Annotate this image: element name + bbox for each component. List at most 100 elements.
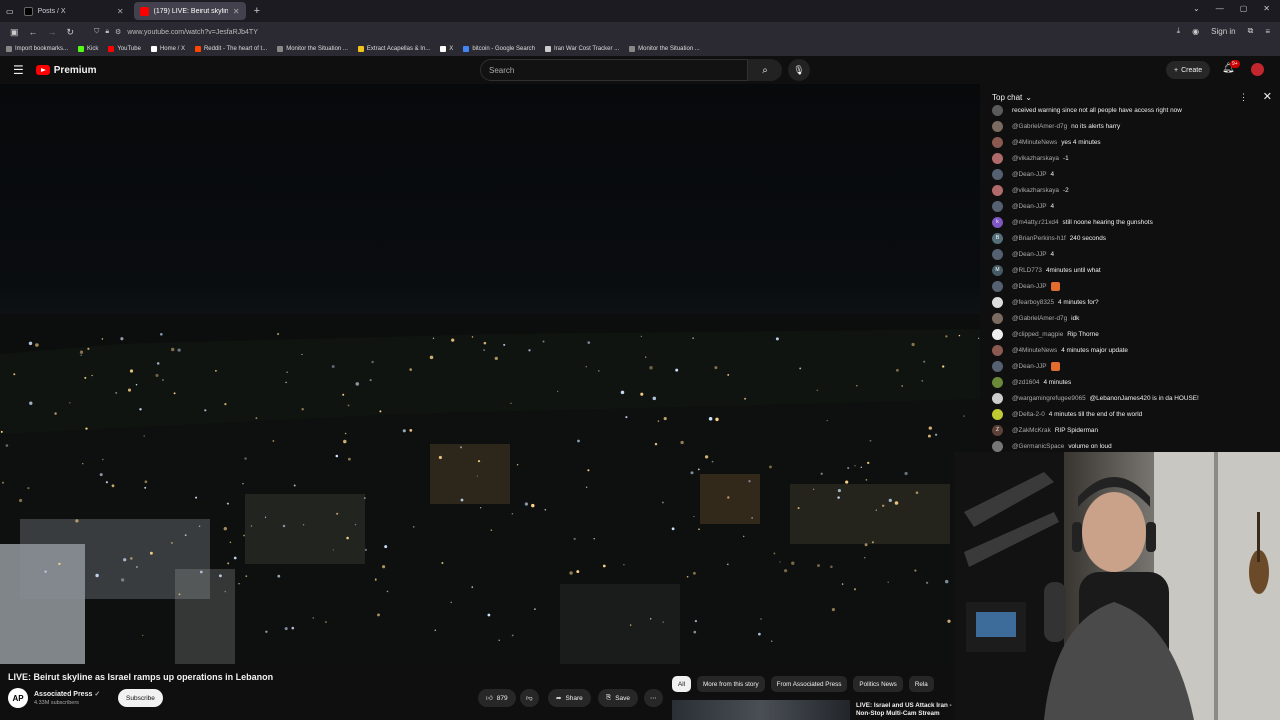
bookmark-item[interactable]: Import bookmarks...: [6, 46, 68, 52]
chat-author-name[interactable]: @4MinuteNews: [1012, 347, 1057, 354]
chat-author-name[interactable]: @vikazharskaya: [1012, 155, 1059, 162]
chat-author-avatar[interactable]: [992, 184, 1003, 196]
bookmark-item[interactable]: Home / X: [150, 46, 185, 52]
chat-message[interactable]: @Delta-2-0 4 minutes till the end of the …: [982, 406, 1280, 422]
close-tab-icon[interactable]: ✕: [233, 7, 240, 16]
chat-message[interactable]: @vikazharskaya -2: [982, 182, 1280, 198]
chat-author-avatar[interactable]: [992, 344, 1003, 356]
chat-author-avatar[interactable]: [992, 280, 1003, 292]
chat-author-avatar[interactable]: [992, 168, 1003, 180]
chat-author-avatar[interactable]: [992, 200, 1003, 212]
channel-avatar[interactable]: AP: [8, 688, 28, 708]
chat-author-avatar[interactable]: [992, 408, 1003, 420]
url-text[interactable]: www.youtube.com/watch?v=JesfaRJb4TY: [127, 29, 258, 36]
save-button[interactable]: ⎘ Save: [598, 689, 639, 707]
chat-author-avatar[interactable]: k: [992, 216, 1003, 228]
create-button[interactable]: + Create: [1166, 61, 1211, 79]
bookmark-item[interactable]: Reddit - The heart of t...: [194, 46, 267, 52]
youtube-premium-logo[interactable]: Premium: [35, 65, 97, 76]
chat-author-avatar[interactable]: Z: [992, 424, 1003, 436]
chat-author-name[interactable]: @fearboy8325: [1012, 299, 1054, 306]
tab-posts-x[interactable]: Posts / X ✕: [18, 2, 130, 20]
subscribe-button[interactable]: Subscribe: [118, 689, 163, 707]
search-button[interactable]: ⌕: [748, 59, 782, 81]
chat-message[interactable]: Z @ZakMcKrak RIP Spiderman: [982, 422, 1280, 438]
chat-author-avatar[interactable]: [992, 136, 1003, 148]
menu-icon[interactable]: ≡: [1265, 27, 1270, 36]
chat-author-name[interactable]: @GabrielAmer-d7g: [1012, 123, 1067, 130]
reload-button[interactable]: ↻: [67, 27, 75, 38]
related-video-title[interactable]: LIVE: Israel and US Attack Iran - Non-St…: [856, 702, 954, 718]
chat-author-avatar[interactable]: B: [992, 232, 1003, 244]
chat-message[interactable]: @fearboy8325 4 minutes for?: [982, 294, 1280, 310]
chat-message[interactable]: @Dean-JJP 4: [982, 166, 1280, 182]
extensions-icon[interactable]: ⧉: [1248, 26, 1254, 36]
chat-message[interactable]: @Dean-JJP 4: [982, 198, 1280, 214]
bookmark-item[interactable]: Monitor the Situation ...: [629, 46, 700, 52]
back-button[interactable]: ←: [29, 27, 38, 37]
close-window-button[interactable]: ✕: [1263, 4, 1270, 13]
chat-author-name[interactable]: @Dean-JJP: [1012, 363, 1047, 370]
chevron-down-icon[interactable]: ⌄: [1025, 93, 1032, 102]
chat-message[interactable]: B @BrianPerkins-h1f 240 seconds: [982, 230, 1280, 246]
voice-search-button[interactable]: 🎙︎: [788, 59, 810, 81]
chat-author-name[interactable]: @ZakMcKrak: [1012, 427, 1051, 434]
more-options-icon[interactable]: ⋮: [1239, 92, 1248, 103]
chat-message[interactable]: @4MinuteNews yes 4 minutes: [982, 134, 1280, 150]
chat-author-name[interactable]: @BrianPerkins-h1f: [1012, 235, 1066, 242]
chat-author-avatar[interactable]: [992, 152, 1003, 164]
channel-name[interactable]: Associated Press ✓: [34, 690, 100, 698]
chat-author-name[interactable]: @zd1604: [1012, 379, 1039, 386]
address-bar[interactable]: ⛉ 🔒︎ ⚙︎ www.youtube.com/watch?v=JesfaRJb…: [94, 28, 258, 36]
close-chat-icon[interactable]: ✕: [1263, 90, 1272, 103]
video-player[interactable]: [0, 84, 980, 664]
chat-author-name[interactable]: @Dean-JJP: [1012, 283, 1047, 290]
chat-message[interactable]: M @RLD773 4minutes until what: [982, 262, 1280, 278]
list-all-tabs-icon[interactable]: ⌄: [1193, 4, 1200, 13]
chat-author-name[interactable]: @GabrielAmer-d7g: [1012, 315, 1067, 322]
user-avatar[interactable]: [1251, 63, 1264, 76]
tab-list-icon[interactable]: ▭: [6, 7, 14, 16]
chat-author-name[interactable]: @Dean-JJP: [1012, 251, 1047, 258]
chat-message[interactable]: @wargamingrefugee9065 @LebanonJames420 is…: [982, 390, 1280, 406]
related-video-thumbnail[interactable]: [672, 700, 850, 720]
chat-author-name[interactable]: @Dean-JJP: [1012, 171, 1047, 178]
chat-author-name[interactable]: @Dean-JJP: [1012, 203, 1047, 210]
more-actions-button[interactable]: ⋯: [644, 689, 663, 707]
chat-author-avatar[interactable]: [992, 440, 1003, 452]
chat-author-avatar[interactable]: [992, 296, 1003, 308]
share-button[interactable]: ➦ Share: [548, 689, 591, 707]
tab-youtube-live[interactable]: (179) LIVE: Beirut skyline as ✕: [133, 2, 246, 20]
chat-author-avatar[interactable]: M: [992, 264, 1003, 276]
chat-author-name[interactable]: @RLD773: [1012, 267, 1042, 274]
chat-message[interactable]: @GabrielAmer-d7g idk: [982, 310, 1280, 326]
chat-message[interactable]: @Dean-JJP 4: [982, 246, 1280, 262]
forward-button[interactable]: →: [48, 27, 57, 37]
bookmark-item[interactable]: Iran War Cost Tracker ...: [545, 46, 619, 52]
chat-message[interactable]: @Dean-JJP: [982, 358, 1280, 374]
account-icon[interactable]: ◉: [1192, 27, 1199, 36]
filter-chip[interactable]: From Associated Press: [770, 676, 848, 692]
chat-author-name[interactable]: @clipped_magpie: [1012, 331, 1063, 338]
chat-author-name[interactable]: @wargamingrefugee9065: [1012, 395, 1086, 402]
chat-message[interactable]: @GabrielAmer-d7g no its alerts harry: [982, 118, 1280, 134]
chat-author-name[interactable]: @m4atty.r21xd4: [1012, 219, 1059, 226]
chat-message[interactable]: k @m4atty.r21xd4 still noone hearing the g…: [982, 214, 1280, 230]
sign-in-button[interactable]: Sign in: [1211, 27, 1235, 36]
chat-message[interactable]: @Dean-JJP: [982, 278, 1280, 294]
chat-message[interactable]: @4MinuteNews 4 minutes major update: [982, 342, 1280, 358]
like-button[interactable]: 👍︎ 879: [478, 689, 516, 707]
bookmark-item[interactable]: bitcoin - Google Search: [463, 46, 535, 52]
filter-chip[interactable]: Rela: [908, 676, 934, 692]
chat-author-avatar[interactable]: [992, 120, 1003, 132]
top-chat-dropdown[interactable]: Top chat: [992, 93, 1022, 102]
chat-author-avatar[interactable]: [992, 312, 1003, 324]
chat-message[interactable]: @clipped_magpie Rip Thorne: [982, 326, 1280, 342]
chat-author-avatar[interactable]: [992, 376, 1003, 388]
chat-author-name[interactable]: @Delta-2-0: [1012, 411, 1045, 418]
sidebar-toggle-icon[interactable]: ▣: [10, 27, 19, 38]
bookmark-item[interactable]: YouTube: [108, 46, 141, 52]
minimize-button[interactable]: —: [1216, 4, 1224, 13]
bookmark-item[interactable]: X: [440, 46, 453, 52]
chat-author-name[interactable]: @4MinuteNews: [1012, 139, 1057, 146]
